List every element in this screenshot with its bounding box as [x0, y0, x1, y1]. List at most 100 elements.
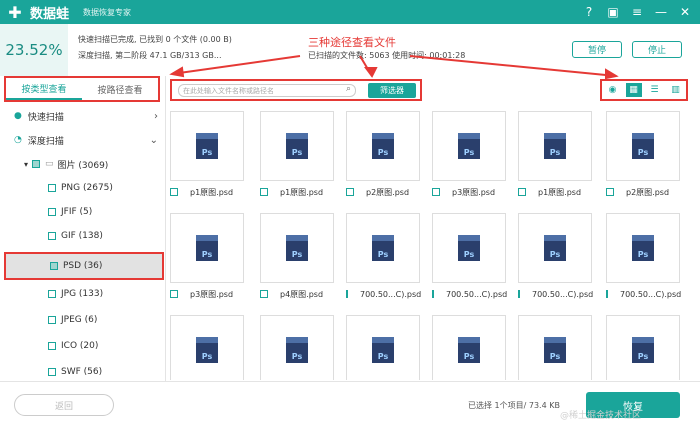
file-thumbnail[interactable]: Ps	[518, 111, 592, 181]
close-icon[interactable]: ✕	[676, 3, 694, 21]
file-card[interactable]: Ps	[518, 315, 592, 380]
filter-button[interactable]: 筛选器	[368, 83, 416, 98]
file-name: p1原图.psd	[280, 187, 324, 197]
file-thumbnail[interactable]: Ps	[260, 111, 334, 181]
file-thumbnail[interactable]: Ps	[260, 315, 334, 380]
grid-view-icon[interactable]: ▦	[625, 83, 642, 97]
tree-item-quick-scan[interactable]: ● 快速扫描 ›	[0, 104, 166, 128]
file-card[interactable]: Ps	[260, 315, 334, 380]
checkbox[interactable]	[170, 188, 178, 196]
file-card[interactable]: Ps	[346, 315, 420, 380]
file-card[interactable]: Ps	[606, 315, 680, 380]
file-thumbnail[interactable]: Ps	[170, 213, 244, 283]
checkbox[interactable]	[432, 188, 440, 196]
file-card[interactable]: Ps p3原图.psd	[170, 213, 244, 303]
checkbox[interactable]	[260, 290, 268, 298]
file-thumbnail[interactable]: Ps	[606, 111, 680, 181]
file-card[interactable]: Ps 700.50...C).psd	[606, 213, 682, 303]
file-name: p3原图.psd	[190, 289, 234, 299]
tab-by-type[interactable]: 按类型查看	[6, 78, 82, 100]
file-caption: p1原图.psd	[518, 184, 592, 200]
file-card[interactable]: Ps	[432, 315, 506, 380]
file-thumbnail[interactable]: Ps	[346, 213, 420, 283]
checkbox[interactable]	[48, 208, 56, 216]
file-name: 700.50...C).psd	[620, 289, 682, 299]
file-thumbnail[interactable]: Ps	[346, 111, 420, 181]
help-icon[interactable]: ?	[580, 3, 598, 21]
pause-button[interactable]: 暂停	[572, 41, 622, 58]
checkbox[interactable]	[48, 290, 56, 298]
tree-item-gif[interactable]: GIF (138)	[0, 224, 166, 248]
checkbox[interactable]	[48, 232, 56, 240]
file-card[interactable]: Ps 700.50...C).psd	[432, 213, 508, 303]
psd-file-icon: Ps	[196, 133, 218, 159]
psd-file-icon: Ps	[286, 337, 308, 363]
tree-item-jfif[interactable]: JFIF (5)	[0, 200, 166, 224]
checkbox[interactable]	[432, 290, 434, 298]
checkbox[interactable]	[48, 184, 56, 192]
search-input[interactable]: 在此处输入文件名称或路径名	[178, 84, 356, 97]
checkbox[interactable]	[32, 160, 41, 168]
tree-item-jpg[interactable]: JPG (133)	[0, 282, 166, 306]
back-button[interactable]: 返回	[14, 394, 114, 416]
tree-item-images[interactable]: ▾ ▭ 图片 (3069)	[0, 152, 166, 176]
tree-item-ico[interactable]: ICO (20)	[0, 334, 166, 358]
file-card[interactable]: Ps p2原图.psd	[346, 111, 420, 201]
file-name: 700.50...C).psd	[360, 289, 422, 299]
tree-label: 图片 (3069)	[57, 160, 109, 171]
file-thumbnail[interactable]: Ps	[170, 111, 244, 181]
checkbox[interactable]	[346, 290, 348, 298]
checkbox[interactable]	[170, 290, 178, 298]
file-card[interactable]: Ps p1原图.psd	[518, 111, 592, 201]
file-card[interactable]: Ps 700.50...C).psd	[346, 213, 422, 303]
psd-file-icon: Ps	[544, 235, 566, 261]
file-card[interactable]: Ps p2原图.psd	[606, 111, 680, 201]
search-icon[interactable]: ⌕	[346, 84, 356, 94]
file-card[interactable]: Ps	[170, 315, 244, 380]
chevron-down-icon: ⌄	[149, 134, 158, 146]
tree-label: 快速扫描	[27, 112, 64, 123]
tree-item-psd[interactable]: PSD (36)	[4, 252, 164, 280]
checkbox[interactable]	[606, 290, 608, 298]
file-thumbnail[interactable]: Ps	[432, 111, 506, 181]
file-thumbnail[interactable]: Ps	[432, 315, 506, 380]
stop-button[interactable]: 停止	[632, 41, 682, 58]
file-card[interactable]: Ps p3原图.psd	[432, 111, 506, 201]
detail-view-icon[interactable]: ▥	[668, 83, 684, 97]
checkbox[interactable]	[50, 262, 58, 270]
tree-item-jpeg[interactable]: JPEG (6)	[0, 308, 166, 332]
file-thumbnail[interactable]: Ps	[260, 213, 334, 283]
tree-item-deep-scan[interactable]: ◔ 深度扫描 ⌄	[0, 128, 166, 152]
file-thumbnail[interactable]: Ps	[170, 315, 244, 380]
checkbox[interactable]	[48, 368, 56, 376]
file-thumbnail[interactable]: Ps	[518, 315, 592, 380]
file-name: p2原图.psd	[626, 187, 670, 197]
checkbox[interactable]	[346, 188, 354, 196]
checkbox[interactable]	[518, 188, 526, 196]
psd-file-icon: Ps	[286, 133, 308, 159]
file-thumbnail[interactable]: Ps	[518, 213, 592, 283]
file-name: 700.50...C).psd	[446, 289, 508, 299]
file-thumbnail[interactable]: Ps	[606, 213, 680, 283]
tree-item-png[interactable]: PNG (2675)	[0, 176, 166, 200]
tab-by-path[interactable]: 按路径查看	[82, 78, 158, 100]
checkbox[interactable]	[606, 188, 614, 196]
checkbox[interactable]	[48, 342, 56, 350]
file-thumbnail[interactable]: Ps	[346, 315, 420, 380]
file-thumbnail[interactable]: Ps	[606, 315, 680, 380]
file-caption: p2原图.psd	[606, 184, 680, 200]
file-thumbnail[interactable]: Ps	[432, 213, 506, 283]
checkbox[interactable]	[260, 188, 268, 196]
file-card[interactable]: Ps p1原图.psd	[260, 111, 334, 201]
file-card[interactable]: Ps 700.50...C).psd	[518, 213, 593, 303]
checkbox[interactable]	[518, 290, 520, 298]
file-card[interactable]: Ps p4原图.psd	[260, 213, 334, 303]
eye-icon[interactable]: ◉	[605, 83, 621, 97]
save-icon[interactable]: ▣	[604, 3, 622, 21]
check-circle-icon: ●	[14, 111, 22, 121]
file-card[interactable]: Ps p1原图.psd	[170, 111, 244, 201]
checkbox[interactable]	[48, 316, 56, 324]
minimize-icon[interactable]: —	[652, 3, 670, 21]
list-view-icon[interactable]: ☰	[647, 83, 663, 97]
menu-icon[interactable]: ≡	[628, 3, 646, 21]
